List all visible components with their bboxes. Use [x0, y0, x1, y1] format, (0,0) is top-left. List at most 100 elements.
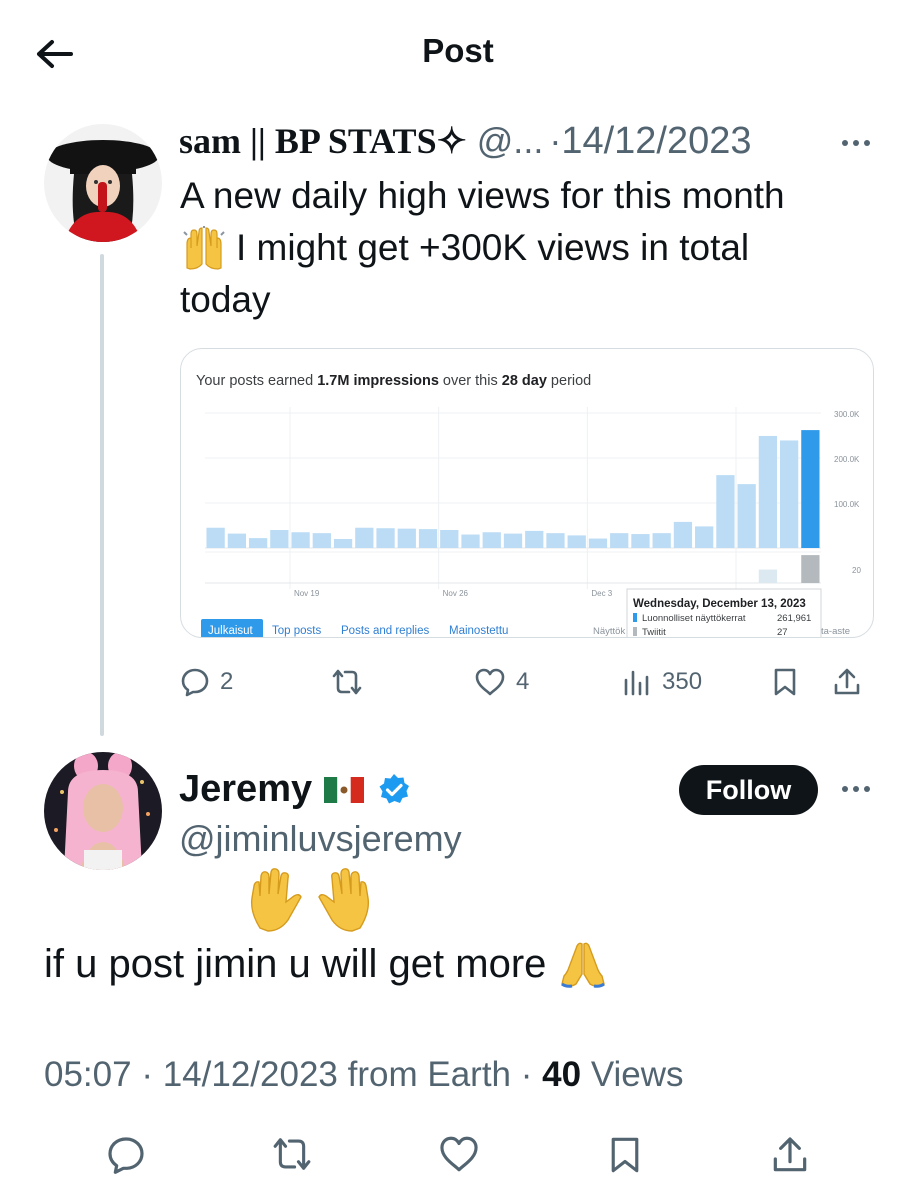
reply-meta: 05:07 · 14/12/2023 from Earth · 40 Views [44, 1055, 684, 1095]
reply-action-bar [0, 1135, 916, 1185]
reply-more-options-button[interactable] [836, 774, 876, 804]
reply-author-header: Jeremy [179, 768, 412, 811]
chart-intro: Your posts earned 1.7M impressions over … [196, 373, 591, 389]
chart-secondary-bar [758, 569, 778, 583]
chart-bar [291, 532, 310, 548]
chart-bar [631, 534, 650, 548]
y-tick-label: 100.0K [834, 500, 860, 509]
chart-bar [248, 538, 268, 548]
post-text-line-1: A new daily high views for this month [180, 175, 785, 216]
follow-button[interactable]: Follow [679, 765, 818, 815]
views-count: 350 [662, 668, 703, 695]
tab-julkaisut[interactable]: Julkaisut [208, 625, 254, 637]
chart-bar [503, 533, 523, 548]
repost-button[interactable] [330, 668, 364, 696]
reply-date[interactable]: 14/12/2023 [163, 1055, 338, 1094]
thread-connector [100, 254, 104, 736]
x-tick-label: Nov 19 [294, 589, 320, 598]
share-icon [834, 668, 860, 695]
post-date[interactable]: 14/12/2023 [561, 120, 751, 163]
reply-location: from Earth [347, 1055, 512, 1094]
chart-bar [525, 530, 544, 548]
chart-bar [376, 528, 395, 548]
chart-bar [695, 526, 714, 548]
tab-mainostettu[interactable]: Mainostettu [449, 625, 508, 637]
reply-share-button[interactable] [770, 1135, 810, 1175]
attached-image-card[interactable]: Your posts earned 1.7M impressions over … [180, 348, 874, 638]
share-icon [773, 1137, 807, 1172]
chart-bar [737, 484, 756, 548]
reply-bookmark-button[interactable] [608, 1135, 642, 1175]
reply-views-label: Views [590, 1055, 684, 1094]
chart-bar [758, 435, 778, 548]
reply-time[interactable]: 05:07 [44, 1055, 132, 1094]
chart-bar [652, 533, 671, 548]
waving-hands-icon [250, 868, 370, 932]
folded-hands-icon [561, 942, 606, 988]
tab-top-posts[interactable]: Top posts [272, 625, 321, 637]
reply-icon [181, 668, 209, 697]
meta-separator-1: · [141, 1055, 153, 1094]
tab-truncated-right: ta-aste [821, 626, 850, 637]
reply-author-handle[interactable]: @jiminluvsjeremy [179, 818, 462, 860]
like-button[interactable]: 4 [474, 668, 529, 696]
more-options-button[interactable] [836, 128, 876, 158]
author-avatar[interactable] [44, 124, 162, 242]
reply-text: if u post jimin u will get more [44, 940, 606, 988]
views-button[interactable]: 350 [622, 668, 702, 696]
tooltip-row1-label: Luonnolliset näyttökerrat [642, 613, 746, 624]
more-dots-icon [842, 140, 870, 146]
heart-icon [440, 1136, 478, 1172]
reply-count: 2 [220, 668, 234, 695]
tooltip-row2-value: 27 [777, 627, 788, 638]
author-handle[interactable]: @... [477, 120, 544, 162]
tooltip-row1-value: 261,961 [777, 613, 811, 624]
reply-button[interactable]: 2 [180, 667, 233, 697]
chart-bar [588, 538, 608, 548]
tooltip-row2-label: Twiitit [642, 627, 666, 638]
chart-bar [610, 533, 629, 548]
reply-reply-button[interactable] [106, 1135, 146, 1175]
chart-bar [780, 440, 799, 548]
tab-posts-and-replies[interactable]: Posts and replies [341, 625, 429, 637]
separator-dot: · [549, 120, 562, 161]
chart-bar [482, 532, 501, 548]
top-bar: Post [0, 0, 916, 104]
share-button[interactable] [832, 667, 862, 697]
reply-text-content: if u post jimin u will get more [44, 941, 547, 986]
reply-author-name[interactable]: Jeremy [179, 768, 312, 811]
bookmark-button[interactable] [772, 667, 798, 697]
repost-icon [273, 1138, 311, 1170]
chart-bar [801, 430, 820, 548]
mexico-flag-icon [324, 776, 365, 803]
tooltip-swatch-2 [633, 627, 637, 636]
tooltip-swatch-1 [633, 613, 637, 622]
reply-repost-button[interactable] [270, 1135, 314, 1173]
bookmark-icon [774, 668, 796, 696]
tab-truncated-left: Näyttök [593, 626, 625, 637]
like-count: 4 [516, 668, 530, 695]
tooltip-title: Wednesday, December 13, 2023 [633, 598, 806, 610]
x-tick-label: Dec 3 [591, 589, 612, 598]
y-tick-label: 300.0K [834, 410, 860, 419]
reply-icon [108, 1137, 144, 1174]
chart-bar [461, 534, 480, 548]
post-text-line-2: I might get +300K views in total [236, 227, 750, 268]
author-name[interactable]: sam || BP STATS✧ [179, 120, 467, 162]
chart-bar [546, 533, 565, 548]
reply-author-avatar[interactable] [44, 752, 162, 870]
chart-tooltip: Wednesday, December 13, 2023 Luonnollise… [626, 588, 822, 638]
post-text: A new daily high views for this month I … [180, 170, 870, 326]
reply-like-button[interactable] [438, 1135, 480, 1173]
chart-bar [270, 530, 289, 548]
chart-bar [227, 533, 246, 548]
post-text-line-2-wrap: I might get +300K views in total [180, 222, 870, 274]
y-tick-label: 200.0K [834, 455, 860, 464]
chart-bar [333, 539, 353, 548]
bookmark-icon [611, 1137, 639, 1173]
reply-views-count: 40 [542, 1055, 582, 1094]
chart-bar [567, 535, 586, 548]
repost-icon [332, 669, 362, 695]
verified-badge-icon [379, 773, 410, 803]
views-chart-icon [624, 670, 649, 696]
